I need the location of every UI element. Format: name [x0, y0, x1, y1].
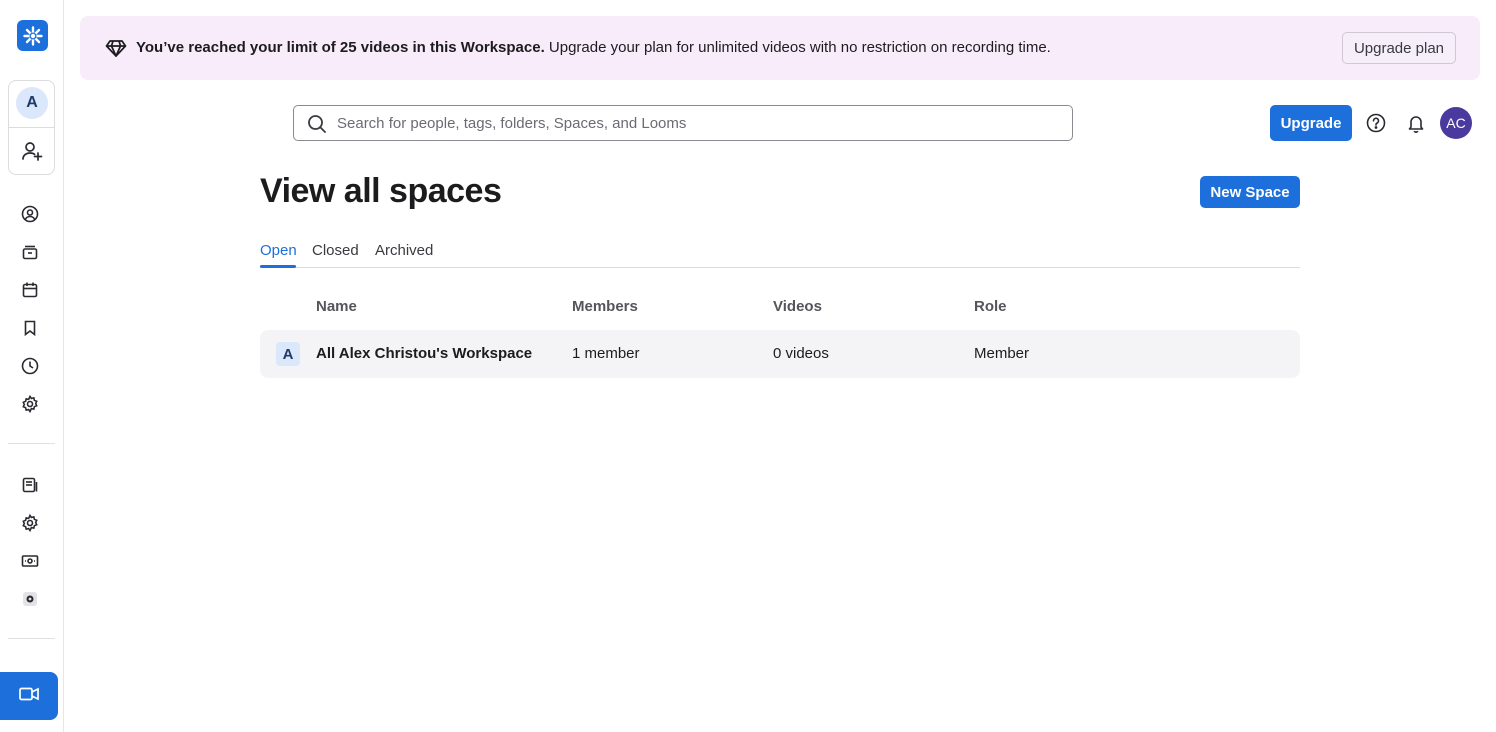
sidebar: A	[0, 0, 64, 732]
space-avatar: A	[276, 342, 300, 366]
new-space-button[interactable]: New Space	[1200, 176, 1300, 208]
diamond-icon	[105, 37, 127, 59]
search-bar	[293, 105, 1073, 141]
banner-body-text: Upgrade your plan for unlimited videos w…	[544, 39, 1051, 56]
home-icon[interactable]	[18, 202, 42, 226]
search-input[interactable]	[337, 106, 1057, 140]
upgrade-button[interactable]: Upgrade	[1270, 105, 1352, 141]
upgrade-banner: You’ve reached your limit of 25 videos i…	[80, 16, 1480, 80]
tab-open[interactable]: Open	[260, 242, 297, 259]
app-settings-icon[interactable]	[18, 587, 42, 611]
record-video-button[interactable]	[0, 672, 58, 720]
space-videos: 0 videos	[773, 345, 829, 362]
settings-icon[interactable]	[18, 392, 42, 416]
divider	[8, 443, 55, 444]
user-avatar[interactable]: AC	[1440, 107, 1472, 139]
notification-bell-icon[interactable]	[1405, 112, 1427, 134]
video-camera-icon	[18, 683, 40, 710]
page-title: View all spaces	[260, 172, 502, 210]
banner-bold-text: You’ve reached your limit of 25 videos i…	[136, 39, 545, 56]
history-icon[interactable]	[18, 354, 42, 378]
tabs: Open Closed Archived	[260, 238, 1300, 268]
banner-message: You’ve reached your limit of 25 videos i…	[136, 39, 1051, 56]
column-header-members: Members	[572, 298, 638, 315]
help-icon[interactable]	[1365, 112, 1387, 134]
space-role: Member	[974, 345, 1030, 362]
admin-settings-icon[interactable]	[18, 511, 42, 535]
loom-logo-icon[interactable]	[17, 20, 48, 51]
bookmark-icon[interactable]	[18, 316, 42, 340]
upgrade-plan-button[interactable]: Upgrade plan	[1342, 32, 1456, 64]
column-header-name: Name	[316, 298, 357, 315]
tab-closed[interactable]: Closed	[312, 242, 359, 259]
billing-icon[interactable]	[18, 549, 42, 573]
invite-user-icon[interactable]	[20, 139, 44, 163]
active-tab-indicator	[260, 265, 296, 268]
table-row[interactable]: A All Alex Christou's Workspace 1 member…	[260, 330, 1300, 378]
column-header-role: Role	[974, 298, 1007, 315]
workspace-avatar[interactable]: A	[16, 87, 48, 119]
workspace-switcher: A	[8, 80, 55, 175]
divider	[9, 127, 54, 128]
space-name[interactable]: All Alex Christou's Workspace	[316, 345, 532, 362]
column-header-videos: Videos	[773, 298, 822, 315]
calendar-icon[interactable]	[18, 278, 42, 302]
search-icon	[307, 114, 327, 134]
divider	[8, 638, 55, 639]
space-members: 1 member	[572, 345, 640, 362]
library-icon[interactable]	[18, 240, 42, 264]
tab-archived[interactable]: Archived	[375, 242, 433, 259]
notes-icon[interactable]	[18, 473, 42, 497]
